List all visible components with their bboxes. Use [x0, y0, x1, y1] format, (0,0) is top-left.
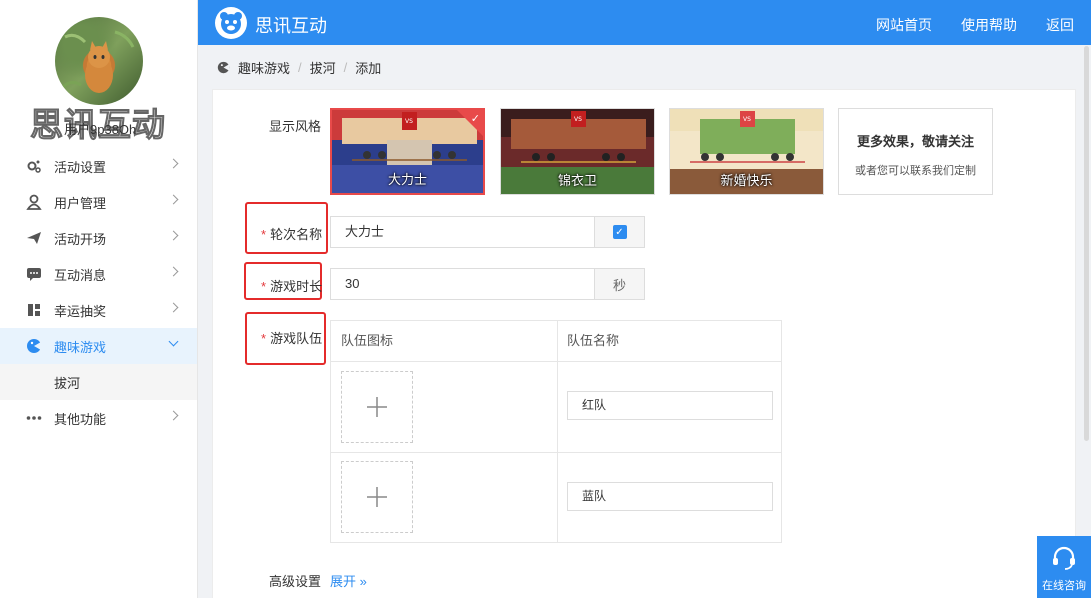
headset-icon [1053, 546, 1075, 570]
sidebar: 思讯互动 用户9p38Oh 活动设置 用户管理 活动开场 互动消息 幸运抽奖 趣… [0, 0, 198, 598]
col-header-name: 队伍名称 [567, 333, 620, 348]
sidebar-item-label: 其他功能 [54, 411, 107, 427]
breadcrumb-separator: / [343, 60, 348, 75]
chevron-down-icon [168, 336, 179, 347]
app-title: 思讯互动 [255, 16, 327, 36]
teams-label: * 游戏队伍 [261, 331, 323, 346]
scrollbar[interactable] [1084, 46, 1089, 441]
more-styles-title: 更多效果，敬请关注 [856, 134, 974, 149]
sidebar-item-activity-settings[interactable]: 活动设置 [0, 148, 197, 184]
team-icon-upload[interactable] [341, 461, 413, 533]
message-icon [25, 265, 43, 283]
sidebar-item-label: 活动开场 [54, 231, 107, 247]
round-name-label: * 轮次名称 [261, 227, 323, 242]
round-name-input[interactable]: 大力士 [330, 216, 595, 248]
sidebar-item-lottery[interactable]: 幸运抽奖 [0, 292, 197, 328]
svg-text:VS: VS [405, 118, 413, 125]
sidebar-item-label: 趣味游戏 [54, 339, 107, 355]
sidebar-item-label: 互动消息 [54, 267, 107, 283]
chevron-right-icon [168, 266, 179, 277]
side-menu: 活动设置 用户管理 活动开场 互动消息 幸运抽奖 趣味游戏 拔河 其他功能 [0, 148, 197, 436]
round-name-group: 大力士 ✓ [330, 216, 645, 248]
logo-icon[interactable] [215, 7, 247, 39]
round-name-checkbox-addon[interactable]: ✓ [595, 216, 645, 248]
avatar[interactable] [55, 17, 143, 105]
teams-table: 队伍图标 队伍名称 红队 蓝队 [330, 320, 782, 543]
style-name: 大力士 [387, 172, 427, 187]
chevron-right-icon [168, 410, 179, 421]
team-icon-upload[interactable] [341, 371, 413, 443]
more-styles-subtitle: 或者您可以联系我们定制 [855, 165, 976, 177]
breadcrumb-root[interactable]: 趣味游戏 [238, 58, 290, 77]
gift-icon [25, 301, 43, 319]
team-name-input[interactable]: 蓝队 [567, 482, 773, 511]
nav-back-link[interactable]: 返回 [1046, 15, 1074, 35]
nav-home-link[interactable]: 网站首页 [876, 15, 932, 35]
plus-icon [367, 397, 387, 417]
style-card-jinyiwei[interactable]: VS 锦衣卫 [500, 108, 655, 195]
top-bar: 思讯互动 网站首页 使用帮助 返回 [198, 0, 1091, 45]
nav-help-link[interactable]: 使用帮助 [961, 15, 1017, 35]
game-icon [25, 337, 43, 355]
top-nav: 网站首页 使用帮助 返回 [876, 15, 1074, 35]
online-consult-label: 在线咨询 [1042, 580, 1086, 592]
cat-photo [61, 30, 135, 93]
plus-icon [367, 487, 387, 507]
advanced-expand-link[interactable]: 展开 » [330, 571, 367, 590]
svg-text:VS: VS [743, 116, 751, 123]
breadcrumb: 趣味游戏 / 拔河 / 添加 [217, 58, 381, 77]
divider [557, 321, 558, 542]
online-consult-button[interactable]: 在线咨询 [1037, 536, 1091, 598]
sidebar-item-label: 活动设置 [54, 159, 107, 175]
divider [331, 452, 781, 453]
style-name: 新婚快乐 [720, 173, 773, 188]
paper-plane-icon [25, 229, 43, 247]
round-name-checkbox[interactable]: ✓ [612, 225, 627, 239]
username: 用户9p38Oh [64, 122, 137, 137]
sidebar-item-fun-games[interactable]: 趣味游戏 [0, 328, 197, 364]
breadcrumb-separator: / [298, 60, 302, 75]
style-card-wedding[interactable]: VS 新婚快乐 [669, 108, 824, 195]
sidebar-item-messages[interactable]: 互动消息 [0, 256, 197, 292]
sidebar-item-activity-opening[interactable]: 活动开场 [0, 220, 197, 256]
more-styles-box: 更多效果，敬请关注 或者您可以联系我们定制 [838, 108, 993, 195]
duration-label: * 游戏时长 [261, 279, 323, 294]
sidebar-item-label: 幸运抽奖 [54, 303, 107, 319]
style-name: 锦衣卫 [557, 173, 597, 188]
more-icon [25, 409, 43, 427]
check-icon: ✓ [470, 113, 480, 125]
duration-input[interactable]: 30 [330, 268, 595, 300]
sidebar-item-label: 用户管理 [54, 195, 107, 211]
sidebar-item-other-functions[interactable]: 其他功能 [0, 400, 197, 436]
chevron-right-icon [168, 158, 179, 169]
style-label: 显示风格 [269, 119, 322, 134]
svg-text:VS: VS [574, 116, 582, 123]
chevron-right-icon [168, 194, 179, 205]
user-icon [25, 193, 43, 211]
chevron-right-icon [168, 302, 179, 313]
gear-icon [25, 157, 43, 175]
breadcrumb-mid[interactable]: 拔河 [310, 58, 336, 77]
chevron-right-icon [168, 230, 179, 241]
advanced-settings-label: 高级设置 [269, 574, 322, 589]
game-icon [217, 61, 230, 74]
style-card-strongman[interactable]: VS 大力士 ✓ [330, 108, 485, 195]
team-name-input[interactable]: 红队 [567, 391, 773, 420]
submenu-item-tug-of-war[interactable]: 拔河 [0, 364, 197, 400]
duration-unit: 秒 [595, 268, 645, 300]
col-header-icon: 队伍图标 [341, 333, 394, 348]
duration-group: 30 秒 [330, 268, 645, 300]
breadcrumb-current: 添加 [355, 61, 382, 76]
divider [331, 361, 781, 362]
sidebar-item-user-management[interactable]: 用户管理 [0, 184, 197, 220]
